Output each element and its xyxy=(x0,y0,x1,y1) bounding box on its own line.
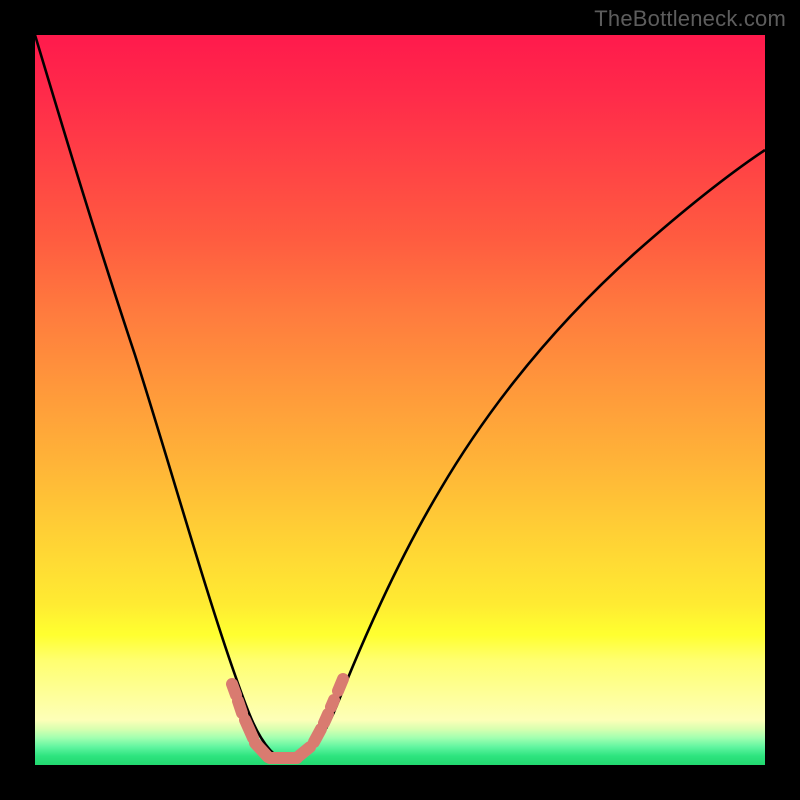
marker-dot xyxy=(232,684,236,695)
outer-frame: TheBottleneck.com xyxy=(0,0,800,800)
marker-dot xyxy=(324,714,328,723)
marker-group xyxy=(232,679,343,758)
marker-dot xyxy=(238,701,242,713)
bottleneck-curve-path xyxy=(35,35,765,759)
marker-dot xyxy=(299,747,310,756)
marker-dot xyxy=(338,679,343,691)
chart-svg xyxy=(35,35,765,765)
plot-area xyxy=(35,35,765,765)
marker-dot xyxy=(314,729,321,742)
marker-dot xyxy=(245,720,253,738)
watermark-text: TheBottleneck.com xyxy=(594,6,786,32)
marker-dot xyxy=(331,700,334,707)
